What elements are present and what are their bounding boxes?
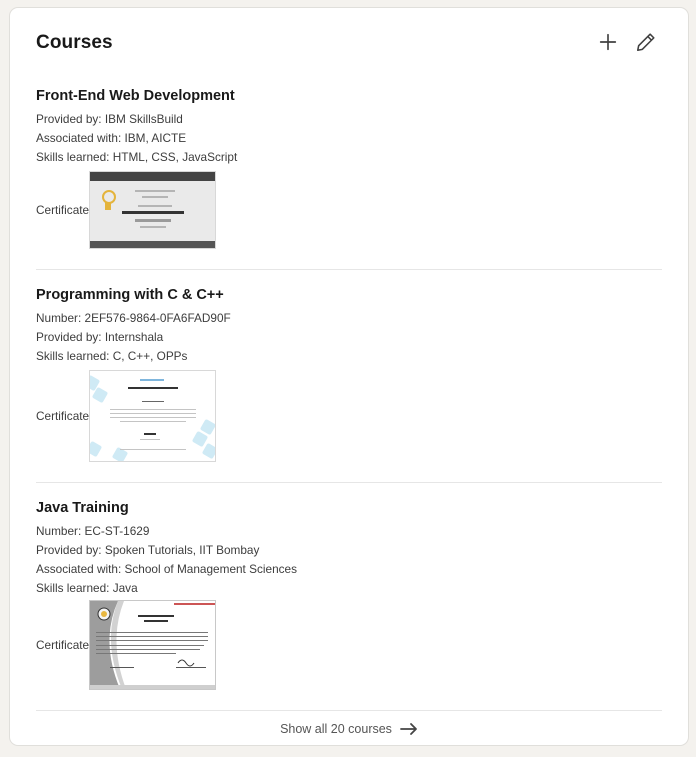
course-provider: Provided by: IBM SkillsBuild (36, 112, 183, 126)
course-provider: Provided by: Spoken Tutorials, IIT Bomba… (36, 543, 260, 557)
edit-courses-button[interactable] (634, 30, 658, 54)
arrow-right-icon (400, 723, 417, 735)
section-actions (596, 30, 658, 54)
certificate-label: Certificate: (36, 409, 93, 423)
section-title: Courses (36, 32, 113, 53)
certificate-label: Certificate: (36, 203, 93, 217)
certificate-label: Certificate: (36, 638, 93, 652)
certificate-thumbnail[interactable] (89, 370, 216, 462)
course-number: Number: EC-ST-1629 (36, 524, 150, 538)
add-course-button[interactable] (596, 30, 620, 54)
show-all-label: Show all 20 courses (280, 722, 392, 736)
course-skills: Skills learned: HTML, CSS, JavaScript (36, 150, 238, 164)
course-item: Java Training Number: EC-ST-1629 Provide… (36, 500, 662, 690)
course-provider: Provided by: Internshala (36, 330, 164, 344)
certificate-row: Certificate: (36, 171, 662, 249)
courses-card: Courses Front-End Web Development Provid… (10, 8, 688, 745)
course-title[interactable]: Programming with C & C++ (36, 287, 662, 303)
certificate-row: Certificate: (36, 370, 662, 462)
certificate-thumbnail[interactable] (89, 600, 216, 690)
course-skills: Skills learned: Java (36, 581, 138, 595)
course-title[interactable]: Java Training (36, 500, 662, 516)
certificate-thumbnail[interactable] (89, 171, 216, 249)
course-item: Front-End Web Development Provided by: I… (36, 88, 662, 249)
course-association: Associated with: IBM, AICTE (36, 131, 187, 145)
plus-icon (599, 33, 617, 51)
course-association: Associated with: School of Management Sc… (36, 562, 297, 576)
divider (36, 710, 662, 711)
pencil-icon (636, 33, 655, 52)
course-title[interactable]: Front-End Web Development (36, 88, 662, 104)
divider (36, 269, 662, 270)
certificate-row: Certificate: (36, 600, 662, 690)
course-skills: Skills learned: C, C++, OPPs (36, 349, 188, 363)
course-item: Programming with C & C++ Number: 2EF576-… (36, 287, 662, 462)
show-all-courses-link[interactable]: Show all 20 courses (10, 718, 688, 740)
divider (36, 482, 662, 483)
certificate-preview-graphic (90, 601, 215, 689)
course-number: Number: 2EF576-9864-0FA6FAD90F (36, 311, 231, 325)
